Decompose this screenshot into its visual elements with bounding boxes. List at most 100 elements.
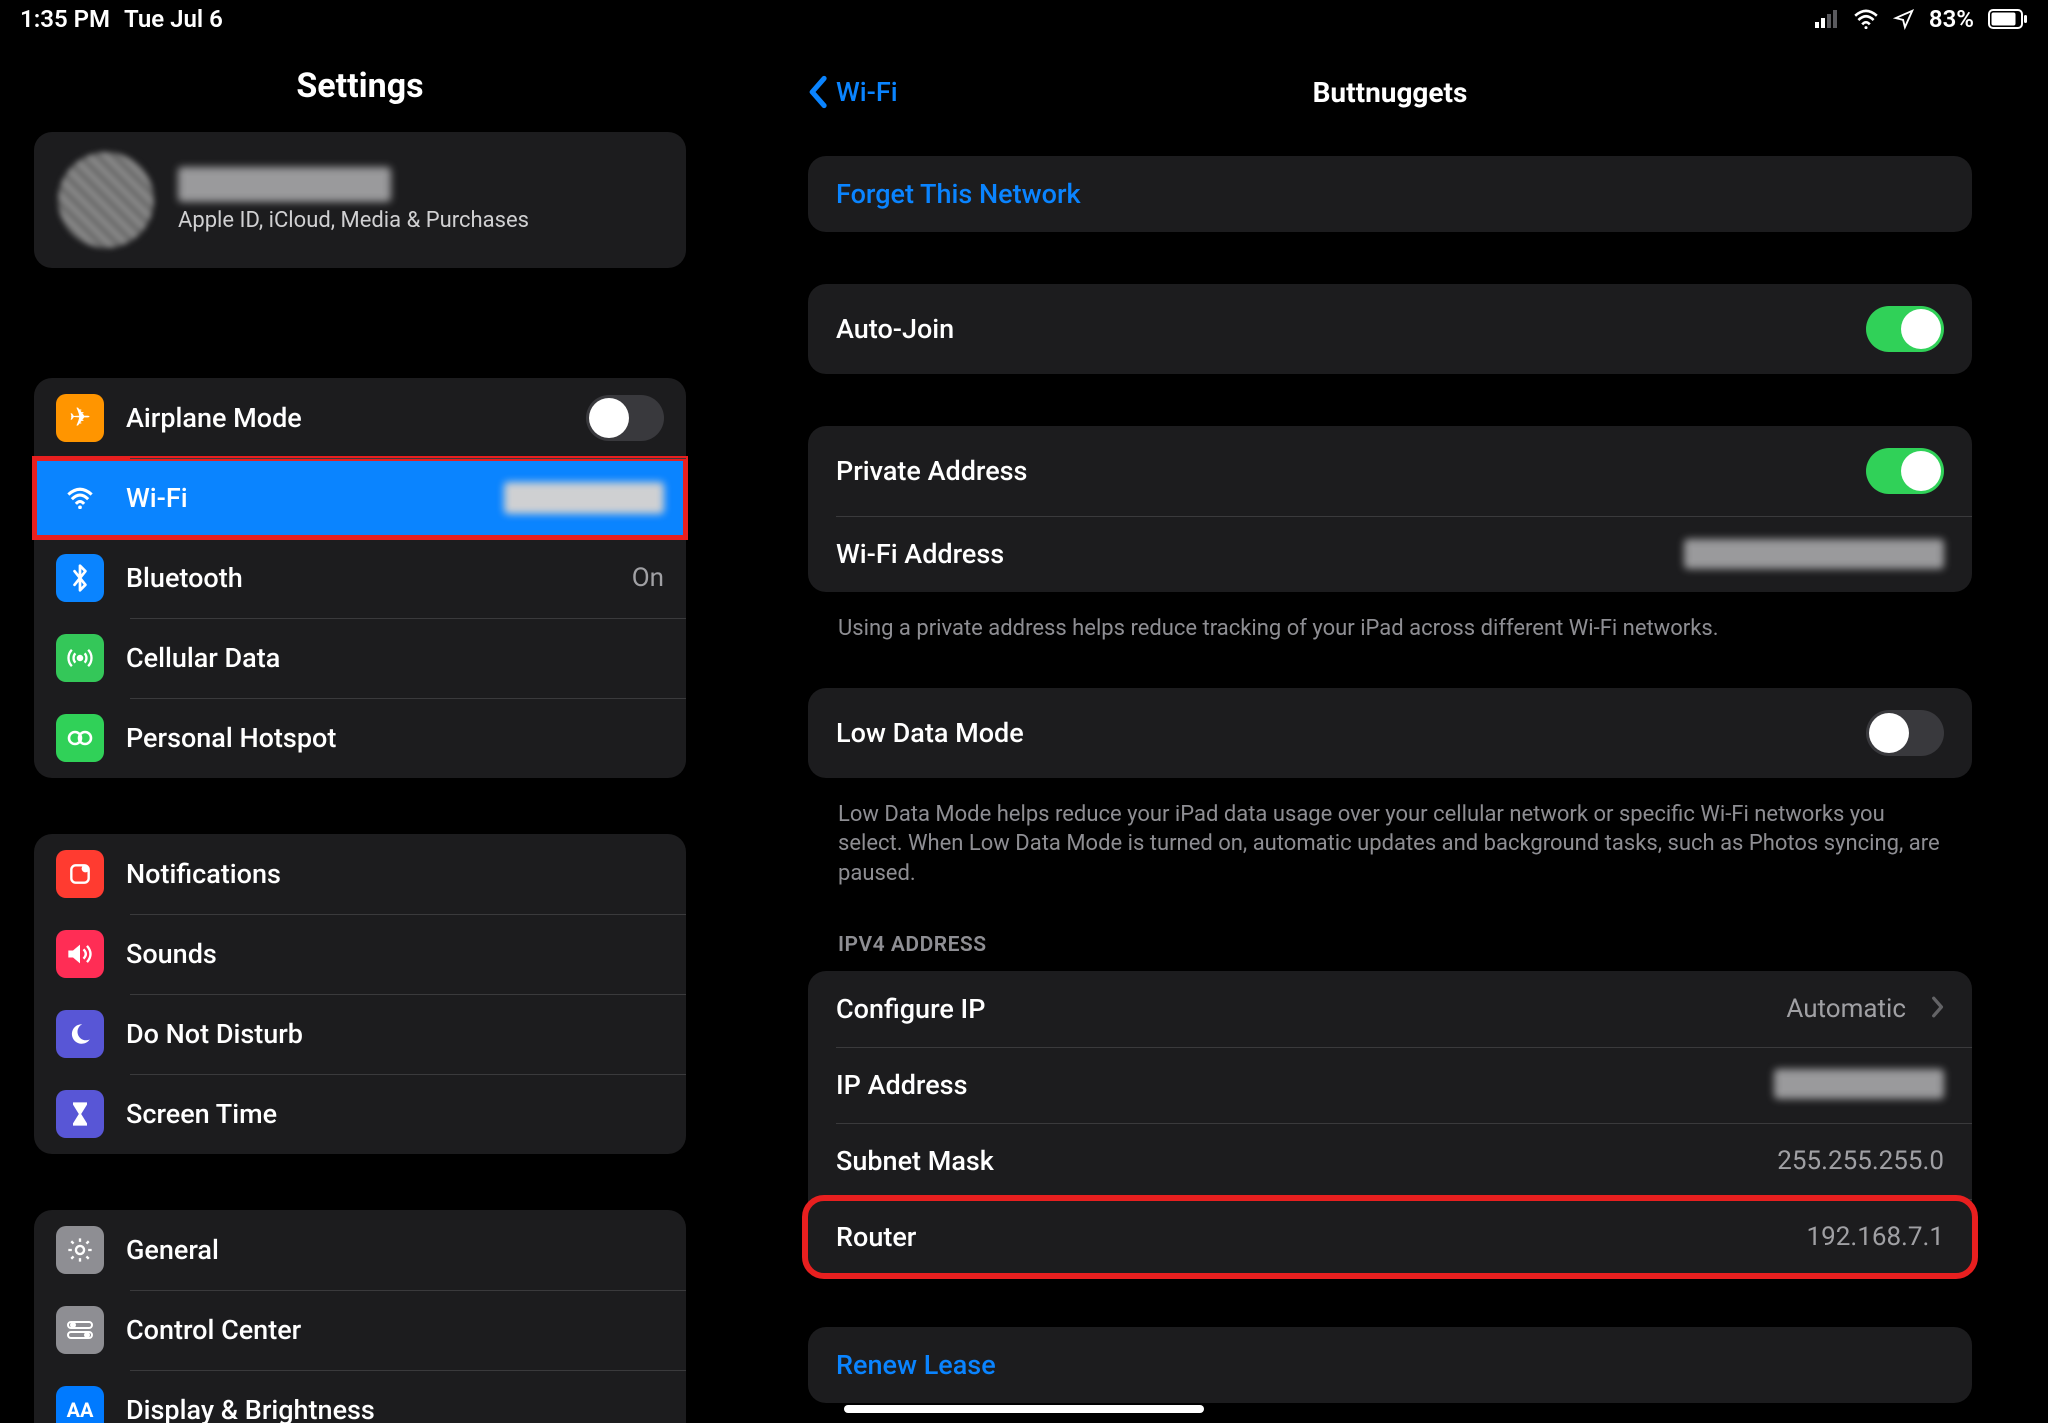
configure-ip-value: Automatic (1786, 994, 1906, 1024)
signal-icon (1815, 10, 1839, 28)
router-row: Router 192.168.7.1 (808, 1199, 1972, 1275)
sidebar-item-general[interactable]: General (34, 1210, 686, 1290)
battery-icon (1988, 9, 2028, 29)
ip-address-label: IP Address (836, 1069, 1758, 1101)
detail-title: Buttnuggets (808, 76, 1972, 109)
sidebar-item-label: Screen Time (126, 1098, 664, 1130)
back-label: Wi-Fi (836, 76, 898, 108)
wifi-value: ████████ (504, 482, 664, 514)
subnet-value: 255.255.255.0 (1777, 1146, 1944, 1176)
sidebar-item-sounds[interactable]: Sounds (34, 914, 686, 994)
status-time: 1:35 PM (20, 5, 110, 33)
airplane-toggle[interactable] (586, 395, 664, 441)
sidebar-item-dnd[interactable]: Do Not Disturb (34, 994, 686, 1074)
sidebar-item-bluetooth[interactable]: Bluetooth On (34, 538, 686, 618)
hourglass-icon (56, 1090, 104, 1138)
sidebar-item-display[interactable]: AA Display & Brightness (34, 1370, 686, 1423)
sidebar-item-label: Airplane Mode (126, 402, 564, 434)
apple-id-name: ██████████ (178, 167, 529, 202)
wifi-detail-pane: Wi-Fi Buttnuggets Forget This Network Au… (720, 38, 2048, 1423)
apple-id-card[interactable]: ██████████ Apple ID, iCloud, Media & Pur… (34, 132, 686, 268)
status-right: 83% (1815, 5, 2028, 33)
autojoin-toggle[interactable] (1866, 306, 1944, 352)
private-address-card: Private Address Wi-Fi Address ██████████… (808, 426, 1972, 592)
airplane-icon: ✈︎ (56, 394, 104, 442)
sidebar-item-label: Personal Hotspot (126, 722, 664, 754)
notifications-icon (56, 850, 104, 898)
renew-label: Renew Lease (836, 1349, 1944, 1381)
forget-network-button[interactable]: Forget This Network (808, 156, 1972, 232)
autojoin-card: Auto-Join (808, 284, 1972, 374)
ipv4-card: Configure IP Automatic IP Address ██████… (808, 971, 1972, 1275)
sidebar-item-wifi[interactable]: Wi-Fi ████████ (34, 458, 686, 538)
low-data-card: Low Data Mode (808, 688, 1972, 778)
page-title: Settings (34, 66, 686, 106)
sidebar-item-label: Notifications (126, 858, 664, 890)
settings-group-notifications: Notifications Sounds Do Not Disturb (34, 834, 686, 1154)
sounds-icon (56, 930, 104, 978)
subnet-label: Subnet Mask (836, 1145, 1761, 1177)
settings-sidebar: Settings ██████████ Apple ID, iCloud, Me… (0, 38, 720, 1423)
sidebar-item-control-center[interactable]: Control Center (34, 1290, 686, 1370)
switches-icon (56, 1306, 104, 1354)
apple-id-subtitle: Apple ID, iCloud, Media & Purchases (178, 208, 529, 233)
router-value: 192.168.7.1 (1807, 1222, 1944, 1252)
sidebar-item-label: Do Not Disturb (126, 1018, 664, 1050)
back-button[interactable]: Wi-Fi (808, 75, 898, 109)
wifi-address-label: Wi-Fi Address (836, 538, 1668, 570)
private-address-toggle[interactable] (1866, 448, 1944, 494)
private-address-label: Private Address (836, 455, 1850, 487)
sidebar-item-airplane[interactable]: ✈︎ Airplane Mode (34, 378, 686, 458)
ip-address-row: IP Address █████████ (808, 1047, 1972, 1123)
sidebar-item-notifications[interactable]: Notifications (34, 834, 686, 914)
configure-ip-label: Configure IP (836, 993, 1770, 1025)
low-data-label: Low Data Mode (836, 717, 1850, 749)
chevron-left-icon (808, 75, 830, 109)
low-data-note: Low Data Mode helps reduce your iPad dat… (808, 800, 1972, 889)
sidebar-item-label: Display & Brightness (126, 1394, 664, 1423)
sidebar-item-cellular[interactable]: Cellular Data (34, 618, 686, 698)
sidebar-item-label: Wi-Fi (126, 482, 482, 514)
autojoin-row: Auto-Join (808, 284, 1972, 374)
sidebar-item-label: Cellular Data (126, 642, 664, 674)
wifi-address-row: Wi-Fi Address ██████████████ (808, 516, 1972, 592)
location-icon (1893, 8, 1915, 30)
sidebar-item-screentime[interactable]: Screen Time (34, 1074, 686, 1154)
private-address-note: Using a private address helps reduce tra… (808, 614, 1972, 644)
antenna-icon (56, 634, 104, 682)
battery-percent: 83% (1929, 5, 1974, 33)
status-date: Tue Jul 6 (124, 5, 223, 33)
renew-lease-card: Renew Lease (808, 1327, 1972, 1403)
router-label: Router (836, 1221, 1791, 1253)
bluetooth-icon (56, 554, 104, 602)
sidebar-item-hotspot[interactable]: Personal Hotspot (34, 698, 686, 778)
low-data-row: Low Data Mode (808, 688, 1972, 778)
home-indicator[interactable] (844, 1405, 1204, 1413)
wifi-icon (1853, 9, 1879, 29)
renew-lease-button[interactable]: Renew Lease (808, 1327, 1972, 1403)
sidebar-item-label: Bluetooth (126, 562, 610, 594)
display-icon: AA (56, 1386, 104, 1423)
settings-group-connectivity: ✈︎ Airplane Mode Wi-Fi ████████ Bluetoot… (34, 378, 686, 778)
low-data-toggle[interactable] (1866, 710, 1944, 756)
ipv4-section-title: IPV4 ADDRESS (808, 933, 1972, 957)
forget-network-card: Forget This Network (808, 156, 1972, 232)
configure-ip-row[interactable]: Configure IP Automatic (808, 971, 1972, 1047)
moon-icon (56, 1010, 104, 1058)
hotspot-icon (56, 714, 104, 762)
private-address-row: Private Address (808, 426, 1972, 516)
wifi-icon (56, 474, 104, 522)
bluetooth-value: On (632, 563, 664, 593)
settings-group-general: General Control Center AA Display & Brig… (34, 1210, 686, 1423)
status-bar: 1:35 PM Tue Jul 6 83% (0, 0, 2048, 38)
subnet-mask-row: Subnet Mask 255.255.255.0 (808, 1123, 1972, 1199)
sidebar-item-label: Sounds (126, 938, 664, 970)
autojoin-label: Auto-Join (836, 313, 1850, 345)
sidebar-item-label: Control Center (126, 1314, 664, 1346)
chevron-right-icon (1930, 996, 1944, 1022)
avatar (58, 152, 154, 248)
sidebar-item-label: General (126, 1234, 664, 1266)
forget-label: Forget This Network (836, 178, 1944, 210)
wifi-address-value: ██████████████ (1684, 539, 1944, 570)
ip-address-value: █████████ (1774, 1069, 1944, 1100)
